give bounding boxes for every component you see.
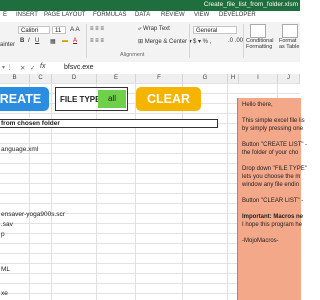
conditional-formatting-icon[interactable]	[250, 24, 266, 38]
currency-icon[interactable]: $ ▾ % ,	[193, 38, 211, 45]
merge-center-label: Merge & Center	[144, 39, 188, 45]
fill-color-icon[interactable]: ▬	[62, 38, 68, 44]
ribbon-separator	[86, 24, 87, 58]
ribbon-separator	[189, 24, 190, 58]
align-top-icon[interactable]: ≡ ≡ ≡	[90, 26, 104, 32]
decimal-icon[interactable]: .0 .00	[228, 38, 243, 44]
note-line: by simply pressing one	[242, 126, 304, 132]
number-format-select[interactable]: General	[193, 26, 237, 34]
bold-icon[interactable]: B	[20, 38, 24, 44]
clear-list-button[interactable]: CLEAR LIST	[136, 87, 201, 130]
format-painter-label[interactable]: ainter	[0, 42, 15, 48]
grid-line	[96, 83, 97, 300]
list-item[interactable]: .sav	[1, 221, 13, 228]
column-header-d[interactable]: D	[52, 74, 97, 83]
conditional-formatting-button[interactable]: Conditional Formatting	[246, 38, 276, 50]
title-bar: Create_file_list_from_folder.xlsm	[0, 0, 300, 11]
list-item[interactable]: anguage.xml	[1, 146, 38, 153]
column-header-h[interactable]: H	[228, 74, 239, 83]
borders-icon[interactable]: ▦	[50, 38, 56, 45]
note-line: This simple excel file lis	[242, 118, 305, 124]
function-icon[interactable]: fx	[40, 63, 45, 70]
list-item[interactable]: ML	[1, 266, 10, 273]
cancel-icon[interactable]: ✕	[20, 64, 25, 72]
wrap-text-icon: ⤶	[138, 26, 142, 32]
ribbon-separator	[243, 24, 244, 58]
underline-icon[interactable]: U	[35, 38, 39, 44]
format-as-table-button[interactable]: Format as Table	[279, 38, 301, 50]
note-line: the folder of your cho	[242, 150, 299, 156]
tab-review[interactable]: REVIEW	[161, 12, 185, 18]
font-name-select[interactable]: Calibri	[18, 26, 50, 34]
format-as-table-icon[interactable]	[282, 24, 298, 38]
note-line: window any file endin	[242, 182, 300, 188]
note-line: lets you choose the m	[242, 174, 301, 180]
list-item[interactable]: p	[1, 231, 5, 238]
tab-insert[interactable]: INSERT	[16, 12, 38, 18]
column-header-e[interactable]: E	[97, 74, 136, 83]
create-list-button[interactable]: REATE LIST	[0, 87, 49, 130]
tab-developer[interactable]: DEVELOPER	[219, 12, 256, 18]
merge-icon: ⊞	[138, 39, 144, 45]
tab-data[interactable]: DATA	[135, 12, 150, 18]
file-type-dropdown[interactable]: all	[98, 90, 126, 108]
note-line: Button "CLEAR LIST" -	[242, 198, 304, 204]
note-important: Important: Macros ne	[242, 214, 304, 220]
tab-page-layout[interactable]: PAGE LAYOUT	[44, 12, 85, 18]
font-size-select[interactable]: 11	[52, 26, 66, 34]
list-header-cell: from chosen folder	[0, 119, 218, 128]
window-title: Create_file_list_from_folder.xlsm	[203, 1, 298, 8]
note-line: I hope this program he	[242, 222, 303, 228]
name-box[interactable]: ▾ ⋮	[2, 64, 13, 71]
list-item[interactable]: xe	[1, 290, 8, 297]
merge-center-button[interactable]: ⊞ Merge & Center ▾	[138, 38, 192, 45]
instructions-textbox[interactable]: Hello there, This simple excel file lis …	[237, 98, 307, 300]
file-type-label: FILE TYPE	[60, 95, 101, 104]
note-line: Drop down "FILE TYPE"	[242, 166, 307, 172]
grid-line	[135, 83, 136, 300]
list-item[interactable]: ensaver-yoga900s.scr	[1, 211, 65, 218]
italic-icon[interactable]: I	[28, 38, 30, 44]
tab-formulas[interactable]: FORMULAS	[93, 12, 126, 18]
column-header-f[interactable]: F	[136, 74, 183, 83]
column-header-i[interactable]: I	[239, 74, 278, 83]
alignment-group-label: Alignment	[120, 52, 145, 58]
wrap-text-label: Wrap Text	[143, 26, 170, 32]
note-signature: -MojoMacros-	[242, 238, 279, 244]
column-header-b[interactable]: B	[0, 74, 30, 83]
font-grow-icon[interactable]: A A	[70, 26, 80, 33]
wrap-text-button[interactable]: ⤶ Wrap Text	[138, 26, 170, 33]
font-color-icon[interactable]: A	[73, 38, 77, 44]
column-header-j[interactable]: J	[278, 74, 300, 83]
enter-icon[interactable]: ✓	[30, 64, 35, 72]
column-header-g[interactable]: G	[183, 74, 228, 83]
tab-home[interactable]: E	[3, 12, 7, 18]
note-line: Button "CREATE LIST" -	[242, 142, 308, 148]
grid-line	[182, 83, 183, 300]
grid-line	[51, 83, 52, 300]
ribbon: ainter Calibri 11 A A B I U ▦ ▬ A ≡ ≡ ≡ …	[0, 22, 300, 63]
file-type-box: FILE TYPE all	[55, 87, 128, 111]
formula-input[interactable]: bfsvc.exe	[64, 64, 94, 71]
align-left-icon[interactable]: ≡ ≡ ≡	[90, 38, 104, 44]
grid-line	[227, 83, 228, 300]
note-line: Hello there,	[242, 102, 273, 108]
tab-view[interactable]: VIEW	[194, 12, 209, 18]
list-header-text: from chosen folder	[1, 120, 60, 127]
column-header-c[interactable]: C	[30, 74, 52, 83]
